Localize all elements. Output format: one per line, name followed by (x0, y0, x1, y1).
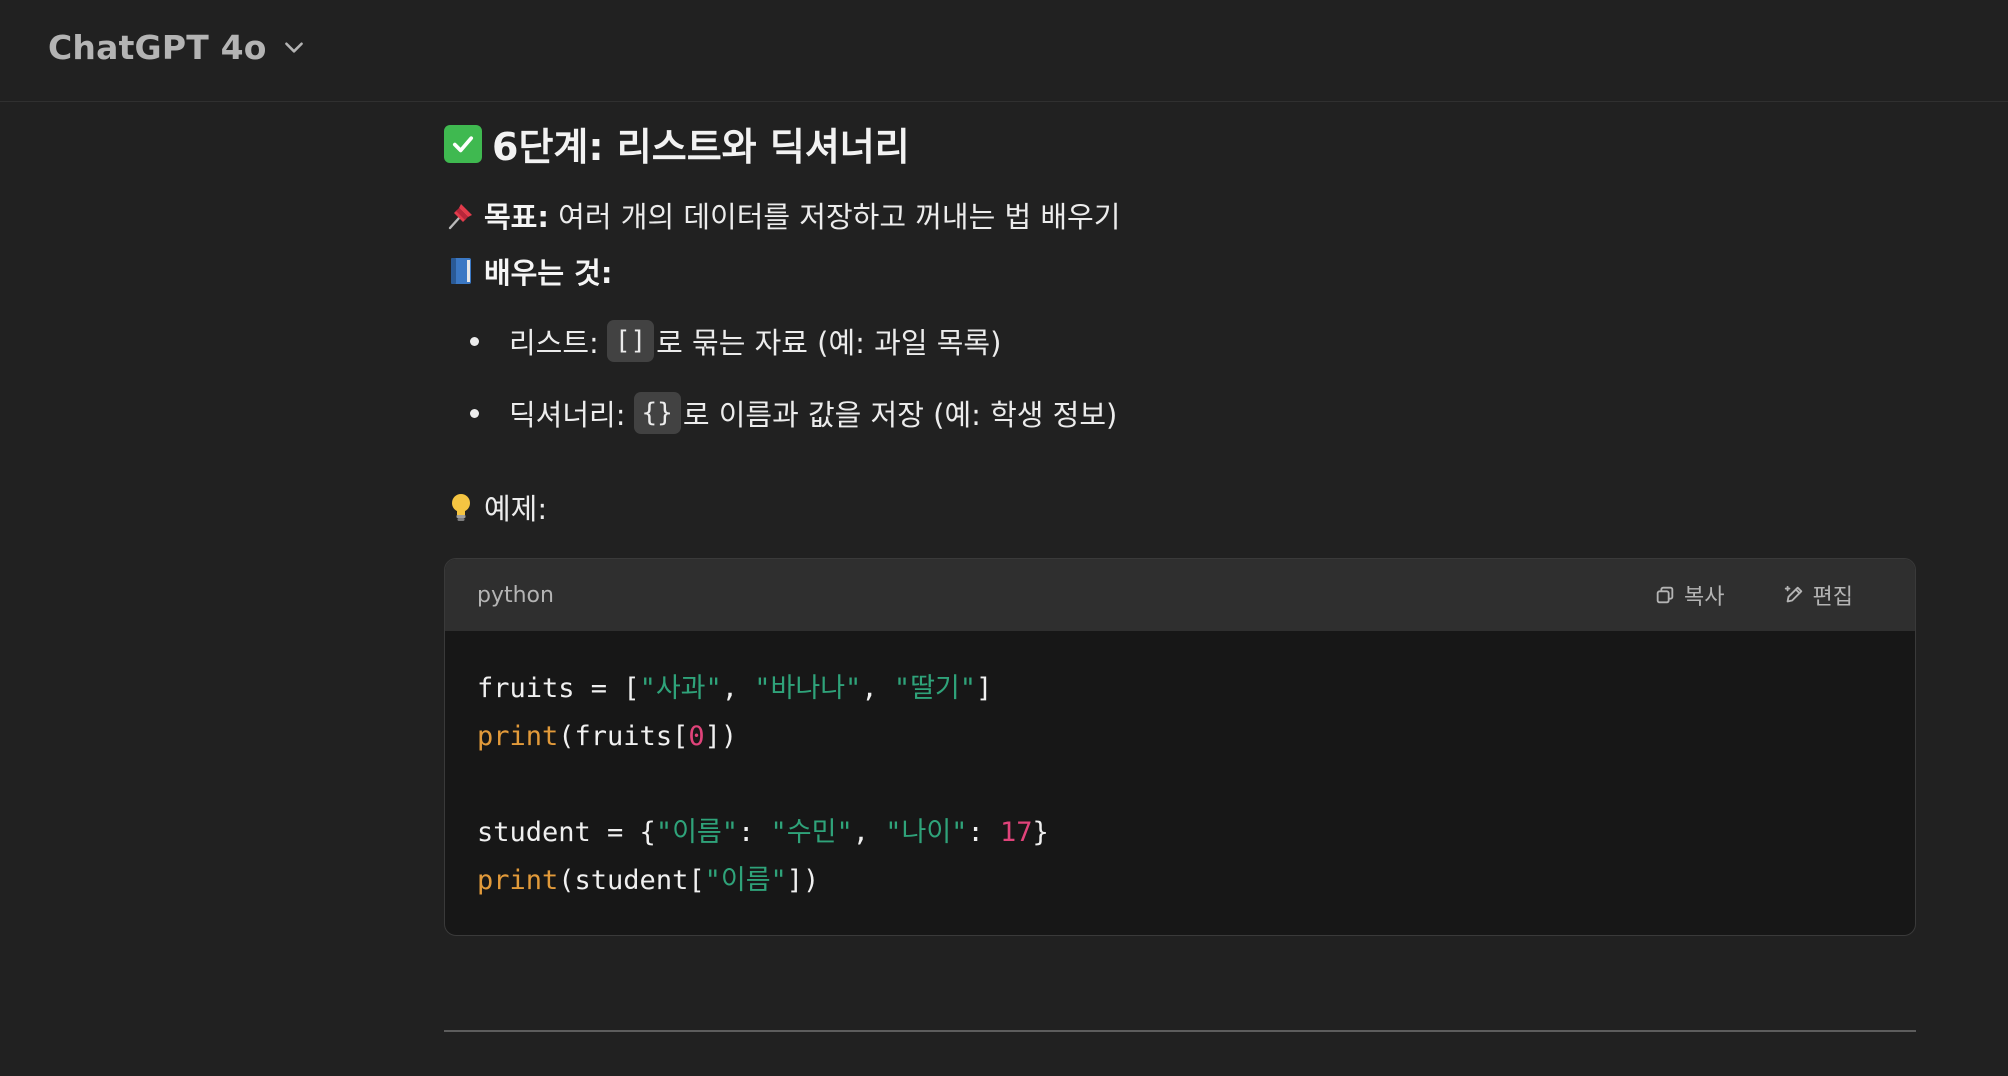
copy-code-button[interactable]: 복사 (1654, 579, 1725, 611)
blue-book-icon (444, 254, 478, 288)
list-item: 리스트: [] 로 묶는 자료 (예: 과일 목록) (470, 320, 1001, 362)
example-line: 예제: (444, 486, 547, 528)
bullet-prefix: 리스트: (509, 326, 599, 360)
copy-label: 복사 (1684, 585, 1725, 610)
code-block-header: python 복사 편집 (445, 559, 1915, 631)
bullet-prefix: 딕셔너리: (509, 398, 626, 432)
code-token: : (967, 817, 1000, 848)
code-token: "이름" (655, 817, 739, 848)
learn-label: 배우는 것: (484, 256, 613, 290)
code-token: print (477, 865, 559, 896)
check-mark-button-icon (444, 124, 482, 163)
code-language: python (477, 582, 554, 608)
chevron-down-icon (284, 42, 303, 53)
bullet-suffix: 로 이름과 값을 저장 (예: 학생 정보) (682, 398, 1118, 432)
code-token: ]) (786, 865, 820, 896)
section-heading: 6단계: 리스트와 딕셔너리 (444, 116, 910, 171)
model-name: ChatGPT 4o (48, 27, 267, 67)
list-item: 딕셔너리: {} 로 이름과 값을 저장 (예: 학생 정보) (470, 392, 1117, 434)
code-token: (fruits[ (558, 721, 689, 752)
code-token: "이름" (704, 865, 787, 896)
code-content[interactable]: fruits = ["사과", "바나나", "딸기"] print(fruits… (445, 631, 1915, 935)
code-line: print(fruits[0]) (477, 713, 1883, 761)
edit-icon (1784, 585, 1802, 603)
code-token: "사과" (639, 673, 722, 704)
inline-code: {} (633, 392, 681, 434)
code-token: , (721, 673, 755, 704)
bullet-suffix: 로 묶는 자료 (예: 과일 목록) (656, 326, 1002, 360)
example-label: 예제: (484, 492, 548, 526)
code-token: "나이" (885, 817, 968, 848)
bullet-dot (470, 408, 479, 418)
goal-label: 목표: (484, 200, 549, 234)
code-token: , (861, 673, 894, 704)
goal-text: 여러 개의 데이터를 저장하고 꺼내는 법 배우기 (548, 200, 1121, 234)
pushpin-icon (444, 198, 478, 232)
top-bar: ChatGPT 4o (0, 0, 2008, 102)
bullet-dot (470, 336, 479, 346)
learn-line: 배우는 것: (444, 250, 612, 292)
code-token: "딸기" (893, 673, 977, 704)
light-bulb-icon (444, 490, 478, 524)
copy-icon (1656, 586, 1674, 604)
code-token: ] (976, 673, 993, 704)
code-line: print(student["이름"]) (477, 857, 1883, 905)
code-token: } (1032, 817, 1049, 848)
code-token: : (738, 817, 771, 848)
goal-line: 목표: 여러 개의 데이터를 저장하고 꺼내는 법 배우기 (444, 194, 1120, 236)
code-token: 17 (999, 817, 1033, 848)
code-token: ]) (704, 721, 738, 752)
code-actions: 복사 편집 (1654, 579, 1853, 611)
model-selector[interactable]: ChatGPT 4o (48, 22, 307, 72)
code-token: , (852, 817, 886, 848)
code-token: 0 (688, 721, 705, 752)
inline-code: [] (606, 320, 655, 362)
code-line: fruits = ["사과", "바나나", "딸기"] (477, 665, 1883, 713)
code-line: student = {"이름": "수민", "나이": 17} (477, 809, 1883, 857)
code-token: "바나나" (754, 673, 862, 704)
heading-text: 6단계: 리스트와 딕셔너리 (492, 125, 910, 169)
divider (444, 1030, 1916, 1032)
code-token: "수민" (770, 817, 853, 848)
code-block: python 복사 편집 fruits = ["사과", "바나나", "딸기"… (444, 558, 1916, 936)
code-token: fruits = [ (477, 673, 640, 704)
edit-code-button[interactable]: 편집 (1783, 579, 1853, 611)
code-token: (student[ (558, 865, 705, 896)
code-token: print (477, 721, 559, 752)
code-token: student = { (477, 817, 656, 848)
edit-label: 편집 (1812, 585, 1853, 610)
